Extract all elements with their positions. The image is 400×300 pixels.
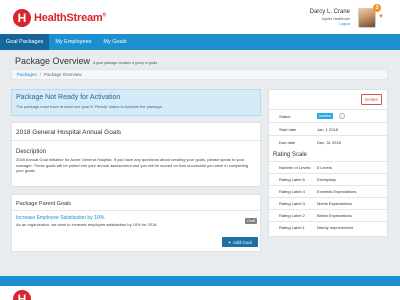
status-label: Status <box>279 114 291 119</box>
rating-row-value: Meets Expectations <box>317 201 352 206</box>
rating-row-value: 5 Levels <box>317 165 332 170</box>
divider <box>269 135 387 136</box>
plus-icon: + <box>228 239 231 245</box>
user-org: Jupiter Healthcare <box>321 17 350 21</box>
footer-band <box>0 276 400 286</box>
breadcrumb: Packages / Package Overview <box>11 69 388 80</box>
description-label: Description <box>16 149 47 155</box>
avatar[interactable] <box>358 8 376 28</box>
activation-alert: Package Not Ready for Activation The pac… <box>11 89 261 116</box>
breadcrumb-current: Package Overview <box>44 72 82 77</box>
delete-button[interactable]: Delete <box>361 94 382 105</box>
rating-row-label: Rating Label 4 <box>279 189 305 194</box>
user-info: Darcy L. Crane Jupiter Healthcare Logout <box>310 9 350 26</box>
divider <box>269 173 387 174</box>
page-header: Package Overview A goal package contains… <box>15 56 157 66</box>
draft-status-badge: Draft <box>245 218 257 224</box>
parent-goal-description: As an organization, we want to increase … <box>16 222 158 227</box>
divider <box>269 122 387 123</box>
parent-goals-title: Package Parent Goals <box>16 201 72 207</box>
logout-link[interactable]: Logout <box>310 22 350 26</box>
healthstream-logo[interactable]: H HealthStream® <box>13 9 106 27</box>
start-date-label: Start date <box>279 127 297 132</box>
parent-goal-link[interactable]: Increase Employee Satisfaction by 10%. <box>16 215 106 221</box>
footer: H <box>0 286 400 300</box>
add-goal-label: Add Goal <box>232 239 252 245</box>
divider <box>269 221 387 222</box>
description-text: 2018 Annual Goal Initiative for Acme Gen… <box>16 157 249 173</box>
divider <box>269 185 387 186</box>
rating-row-label: Rating Label 1 <box>279 225 305 230</box>
breadcrumb-separator: / <box>39 72 42 77</box>
divider <box>12 140 260 141</box>
rating-row-value: Needy Improvement <box>317 225 354 230</box>
due-date-value: Dec, 31 2018 <box>317 140 341 145</box>
package-title: 2018 General Hospital Annual Goals <box>16 129 122 136</box>
page-subtitle: A goal package contains a group of goals <box>93 61 158 65</box>
rating-row-value: Exemplary <box>317 177 336 182</box>
divider <box>12 210 260 211</box>
nav-goal-packages[interactable]: Goal Packages <box>0 34 50 50</box>
rating-row-label: Rating Label 5 <box>279 177 305 182</box>
alert-text: The package must have at least one goal … <box>16 104 163 109</box>
package-details-card: Delete Status Inactive i Start date Jan,… <box>268 89 388 237</box>
logo-icon: H <box>13 9 31 27</box>
rating-row-label: Rating Label 2 <box>279 213 305 218</box>
nav-my-employees[interactable]: My Employees <box>49 34 97 50</box>
rating-scale-title: Rating Scale <box>273 152 308 158</box>
divider <box>269 209 387 210</box>
chevron-down-icon[interactable]: ▼ <box>378 14 384 20</box>
app-header: H HealthStream® Darcy L. Crane Jupiter H… <box>0 0 400 34</box>
main-nav: Goal Packages My Employees My Goals <box>0 34 400 50</box>
user-name: Darcy L. Crane <box>309 9 350 15</box>
status-badge: Inactive <box>317 113 334 119</box>
goal-package-card: 2018 General Hospital Annual Goals Descr… <box>11 122 261 187</box>
divider <box>269 161 387 162</box>
add-goal-button[interactable]: + Add Goal <box>222 237 258 247</box>
notification-badge[interactable]: 3 <box>373 4 381 12</box>
rating-row-label: Rating Label 3 <box>279 201 305 206</box>
rating-row-label: Number of Levels <box>279 165 311 170</box>
footer-logo-icon: H <box>13 290 31 300</box>
divider <box>269 109 387 110</box>
rating-row-value: Exceeds Expectations <box>317 189 357 194</box>
page-title: Package Overview <box>15 56 91 66</box>
info-icon[interactable]: i <box>339 113 345 119</box>
nav-my-goals[interactable]: My Goals <box>97 34 132 50</box>
rating-row-value: Below Expectations <box>317 213 352 218</box>
breadcrumb-packages[interactable]: Packages <box>17 72 37 77</box>
alert-title: Package Not Ready for Activation <box>16 94 121 101</box>
due-date-label: Due date <box>279 140 296 145</box>
divider <box>269 197 387 198</box>
start-date-value: Jan, 1 2018 <box>317 127 338 132</box>
parent-goals-card: Package Parent Goals Increase Employee S… <box>11 194 261 252</box>
brand-name: HealthStream® <box>34 12 106 24</box>
